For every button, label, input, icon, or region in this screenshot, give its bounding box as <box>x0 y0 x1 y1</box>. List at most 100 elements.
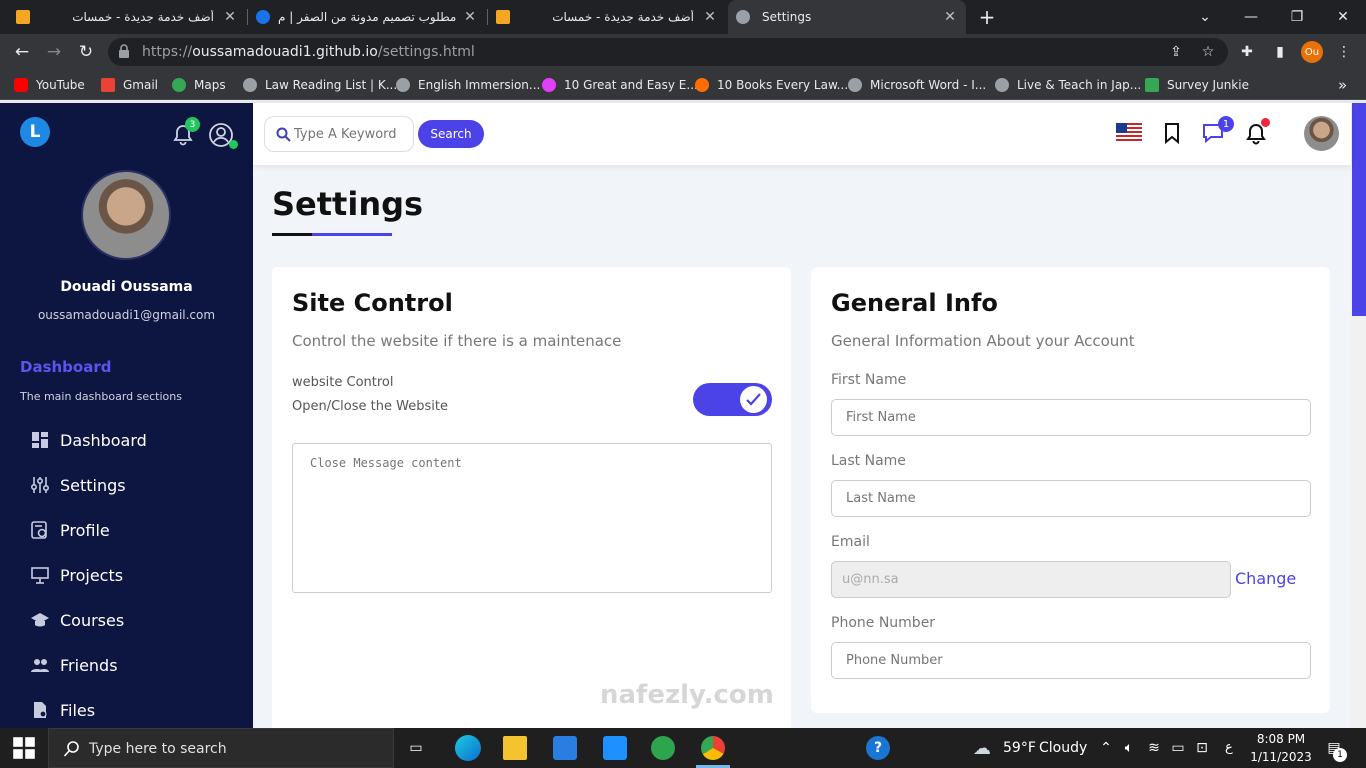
wifi-icon[interactable]: ≋ <box>1142 736 1166 760</box>
browser-tab[interactable]: مطلوب تصميم مدونة من الصفر | م ✕ <box>248 0 486 34</box>
clock-date[interactable]: 1/11/2023 <box>1245 750 1317 764</box>
weather-temp[interactable]: 59°F <box>1003 740 1036 756</box>
chevron-up-icon[interactable]: ⌃ <box>1094 736 1118 760</box>
app-logo[interactable]: L <box>20 117 50 147</box>
sidebar-item-projects[interactable]: Projects <box>30 560 123 590</box>
notification-dot <box>1261 118 1270 127</box>
extensions-puzzle-icon[interactable]: ✚ <box>1237 42 1257 62</box>
users-icon <box>31 659 49 672</box>
change-email-link[interactable]: Change <box>1235 569 1296 588</box>
forward-arrow-icon[interactable]: → <box>38 34 70 70</box>
sidebar-item-label: Dashboard <box>60 430 147 450</box>
notification-count-badge: 1 <box>1333 748 1347 762</box>
sidebar-item-dashboard[interactable]: Dashboard <box>30 425 147 455</box>
address-bar[interactable]: https://oussamadouadi1.github.io/setting… <box>108 38 1228 66</box>
display-icon[interactable]: ⊡ <box>1190 736 1214 760</box>
bookmark-item[interactable]: Microsoft Word - I... <box>848 76 986 94</box>
avatar[interactable] <box>1304 116 1339 151</box>
close-icon[interactable]: ✕ <box>942 9 958 25</box>
browser-tab[interactable]: أضف خدمة جديدة - خمسات ✕ <box>8 0 246 34</box>
main-content: Settings Site Control Control the websit… <box>253 165 1351 728</box>
file-explorer-icon[interactable] <box>503 736 527 760</box>
last-name-field[interactable] <box>831 480 1311 517</box>
user-card-icon <box>31 521 47 539</box>
tab-search-chevron-icon[interactable]: ⌄ <box>1182 0 1228 34</box>
search-input[interactable] <box>294 124 409 144</box>
tab-title: أضف خدمة جديدة - خمسات <box>72 10 214 24</box>
page-scrollbar-thumb[interactable] <box>1352 103 1366 316</box>
messages-badge: 1 <box>1218 116 1234 132</box>
close-icon[interactable]: ✕ <box>222 9 238 25</box>
taskbar-search-box[interactable]: Type here to search <box>48 728 394 768</box>
sidebar-item-friends[interactable]: Friends <box>30 650 118 680</box>
search-box[interactable] <box>264 116 414 152</box>
store-icon[interactable] <box>553 736 577 760</box>
card-subtitle: Control the website if there is a mainte… <box>292 332 622 350</box>
bookmark-item[interactable]: Survey Junkie <box>1145 76 1249 94</box>
side-panel-icon[interactable]: ▮ <box>1270 42 1290 62</box>
menu-dots-icon[interactable]: ⋮ <box>1334 42 1354 62</box>
restore-icon[interactable]: ❐ <box>1274 0 1320 34</box>
speaker-icon[interactable]: 🔈︎ <box>1117 736 1141 760</box>
new-tab-button[interactable]: + <box>970 0 1004 34</box>
bookmark-item[interactable]: YouTube <box>14 76 85 94</box>
vpn-app-icon[interactable] <box>651 736 675 760</box>
window-close-icon[interactable]: ✕ <box>1320 0 1366 34</box>
close-message-textarea[interactable] <box>292 443 772 593</box>
sidebar-item-files[interactable]: Files <box>30 695 95 725</box>
website-control-toggle[interactable] <box>693 383 772 416</box>
globe-icon <box>396 78 410 92</box>
tab-title: Settings <box>762 10 812 24</box>
sidebar-item-profile[interactable]: Profile <box>30 515 110 545</box>
maps-pin-icon <box>172 78 186 92</box>
bookmark-item[interactable]: 10 Great and Easy E... <box>542 76 698 94</box>
bookmark-item[interactable]: Maps <box>172 76 226 94</box>
sidebar-item-settings[interactable]: Settings <box>30 470 126 500</box>
phone-number-field[interactable] <box>831 642 1311 679</box>
bookmark-label: Law Reading List | K... <box>265 78 398 92</box>
minimize-icon[interactable]: — <box>1228 0 1274 34</box>
search-icon <box>276 127 291 142</box>
sidebar-item-label: Courses <box>60 610 125 630</box>
share-icon[interactable]: ⇪ <box>1166 42 1186 62</box>
chrome-icon[interactable] <box>701 736 725 760</box>
globe-icon <box>848 78 862 92</box>
checkmark-icon <box>1145 78 1159 92</box>
bookmarks-overflow-button[interactable]: » <box>1338 76 1347 94</box>
weather-desc[interactable]: Cloudy <box>1039 740 1087 756</box>
bookmark-label: Gmail <box>123 78 159 92</box>
mail-icon[interactable] <box>603 736 627 760</box>
search-button[interactable]: Search <box>418 120 484 148</box>
first-name-field[interactable] <box>831 399 1311 436</box>
us-flag-icon[interactable] <box>1116 123 1142 141</box>
bookmark-item[interactable]: 10 Books Every Law... <box>695 76 848 94</box>
sidebar-item-label: Files <box>60 700 96 720</box>
help-icon[interactable]: ? <box>866 736 890 760</box>
bookmark-item[interactable]: Live & Teach in Jap... <box>995 76 1141 94</box>
task-view-icon[interactable]: ▭ <box>404 736 428 760</box>
edge-icon[interactable] <box>455 735 481 761</box>
clock-time[interactable]: 8:08 PM <box>1245 732 1317 746</box>
windows-start-icon[interactable] <box>12 736 36 760</box>
browser-tab[interactable]: أضف خدمة جديدة - خمسات ✕ <box>488 0 726 34</box>
back-arrow-icon[interactable]: ← <box>6 34 38 70</box>
battery-icon[interactable]: ▭ <box>1166 736 1190 760</box>
tab-title: أضف خدمة جديدة - خمسات <box>552 10 694 24</box>
presentation-icon <box>31 567 49 584</box>
reload-icon[interactable]: ↻ <box>70 34 102 70</box>
input-language[interactable]: ع <box>1225 740 1233 755</box>
bookmark-icon[interactable] <box>1163 122 1181 144</box>
bookmark-label: English Immersion... <box>418 78 541 92</box>
close-icon[interactable]: ✕ <box>702 9 718 25</box>
browser-tab-active[interactable]: Settings ✕ <box>728 0 966 34</box>
sidebar-section-title: Dashboard <box>20 358 112 376</box>
profile-avatar[interactable]: Ou <box>1301 41 1323 63</box>
star-icon[interactable]: ☆ <box>1198 42 1218 62</box>
bookmark-item[interactable]: Gmail <box>101 76 158 94</box>
bookmark-item[interactable]: English Immersion... <box>396 76 540 94</box>
bookmark-item[interactable]: Law Reading List | K... <box>243 76 397 94</box>
sidebar-item-courses[interactable]: Courses <box>30 605 124 635</box>
check-icon <box>746 393 761 406</box>
title-underline <box>272 233 312 236</box>
close-icon[interactable]: ✕ <box>462 9 478 25</box>
